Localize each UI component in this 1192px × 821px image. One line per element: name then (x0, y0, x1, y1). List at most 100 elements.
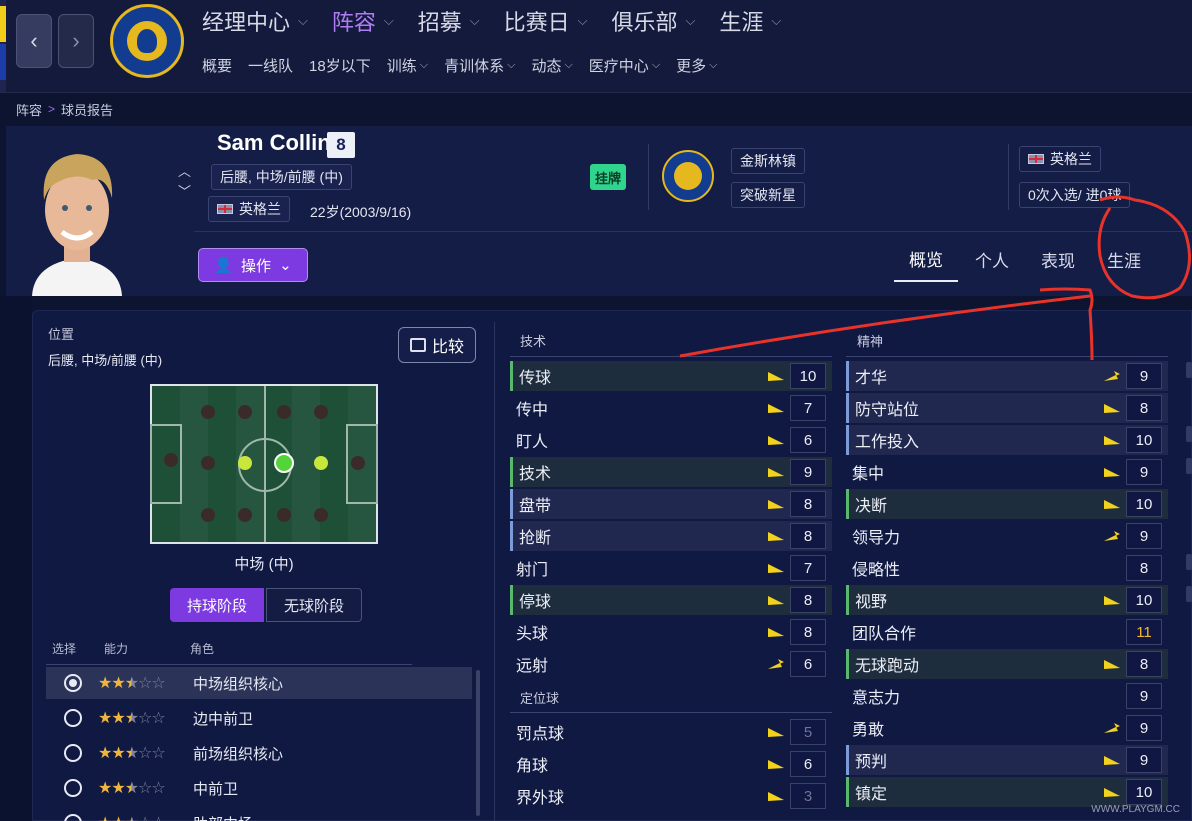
chevron-down-icon: ⌵ (771, 13, 782, 28)
attribute-row[interactable]: 工作投入 10 (846, 425, 1168, 455)
chevron-down-icon: ⌵ (419, 59, 429, 71)
position-dot[interactable] (238, 508, 252, 522)
attribute-row[interactable]: 盘带 8 (510, 489, 832, 519)
sub-menu-item[interactable]: 训练 ⌵ (387, 55, 428, 76)
sub-menu-item[interactable]: 青训体系 ⌵ (444, 55, 515, 76)
forward-button[interactable]: › (58, 14, 94, 68)
position-dot[interactable] (277, 405, 291, 419)
attribute-name: 决断 (855, 498, 888, 515)
attribute-row[interactable]: 传球 10 (510, 361, 832, 391)
chevron-up-icon[interactable]: ︿ (178, 162, 191, 182)
trend-flat-icon (768, 401, 784, 413)
sub-menu-item[interactable]: 一线队 (248, 55, 293, 76)
attribute-row[interactable]: 无球跑动 8 (846, 649, 1168, 679)
attribute-row[interactable]: 集中 9 (846, 457, 1168, 487)
attribute-row[interactable]: 决断 10 (846, 489, 1168, 519)
main-menu-item[interactable]: 比赛日 ⌵ (504, 5, 588, 37)
club-crest-icon[interactable] (110, 4, 184, 78)
position-dot[interactable] (164, 453, 178, 467)
attribute-row[interactable]: 预判 9 (846, 745, 1168, 775)
operations-label: 操作 (241, 257, 272, 275)
player-switch-arrows[interactable]: ︿ ﹀ (178, 162, 191, 202)
main-menu-item[interactable]: 生涯 ⌵ (719, 5, 781, 37)
compare-button[interactable]: 比较 (398, 327, 476, 363)
profile-tab[interactable]: 概览 (894, 236, 958, 282)
attribute-row[interactable]: 意志力 9 (846, 681, 1168, 711)
chevron-down-icon: ⌵ (577, 13, 588, 28)
role-radio[interactable] (64, 674, 82, 692)
role-radio[interactable] (64, 814, 82, 821)
sub-menu-item[interactable]: 医疗中心 ⌵ (589, 55, 660, 76)
role-row[interactable]: ★★★☆☆ 中场组织核心 (46, 667, 472, 699)
sub-menu-item[interactable]: 动态 ⌵ (531, 55, 572, 76)
attribute-row[interactable]: 技术 9 (510, 457, 832, 487)
attribute-row[interactable]: 角球 6 (510, 749, 832, 779)
profile-tab[interactable]: 表现 (1026, 236, 1090, 282)
attribute-row[interactable]: 侵略性 8 (846, 553, 1168, 583)
profile-tab[interactable]: 生涯 (1092, 236, 1156, 282)
sub-menu-item[interactable]: 概要 (202, 55, 232, 76)
position-dot-natural[interactable] (274, 453, 294, 473)
attribute-row[interactable]: 远射 6 (510, 649, 832, 679)
out-of-possession-tab[interactable]: 无球阶段 (266, 588, 362, 622)
attribute-row[interactable]: 领导力 9 (846, 521, 1168, 551)
role-radio[interactable] (64, 709, 82, 727)
chevron-down-icon[interactable]: ﹀ (178, 182, 191, 202)
trend-flat-icon (768, 561, 784, 573)
attribute-row[interactable]: 传中 7 (510, 393, 832, 423)
nationality-chip[interactable]: 英格兰 (208, 196, 290, 222)
position-dot[interactable] (314, 508, 328, 522)
club-name-chip[interactable]: 金斯林镇 (731, 148, 805, 174)
sub-menu-label: 医疗中心 (588, 58, 649, 75)
role-row[interactable]: ★★★☆☆ 边中前卫 (46, 702, 472, 734)
attribute-row[interactable]: 界外球 3 (510, 781, 832, 811)
attribute-row[interactable]: 停球 8 (510, 585, 832, 615)
main-menu-item[interactable]: 阵容 ⌵ (332, 5, 394, 37)
position-dot[interactable] (201, 456, 215, 470)
position-dot-alternative[interactable] (314, 456, 328, 470)
role-radio[interactable] (64, 779, 82, 797)
trend-flat-icon (768, 725, 784, 737)
attribute-value: 11 (1126, 619, 1162, 645)
attribute-row[interactable]: 镇定 10 (846, 777, 1168, 807)
position-dot[interactable] (238, 405, 252, 419)
attribute-row[interactable]: 防守站位 8 (846, 393, 1168, 423)
role-radio[interactable] (64, 744, 82, 762)
position-dot[interactable] (201, 405, 215, 419)
attribute-row[interactable]: 盯人 6 (510, 425, 832, 455)
position-dot[interactable] (351, 456, 365, 470)
attribute-row[interactable]: 抢断 8 (510, 521, 832, 551)
main-menu-item[interactable]: 俱乐部 ⌵ (612, 5, 696, 37)
position-dot[interactable] (277, 508, 291, 522)
sub-menu-item[interactable]: 18岁以下 (309, 55, 371, 76)
attribute-row[interactable]: 才华 9 (846, 361, 1168, 391)
attribute-row[interactable]: 团队合作 11 (846, 617, 1168, 647)
trend-flat-icon (1104, 401, 1120, 413)
national-team-chip[interactable]: 英格兰 (1019, 146, 1101, 172)
in-possession-tab[interactable]: 持球阶段 (170, 588, 264, 622)
operations-button[interactable]: 👤 操作 ⌄ (198, 248, 308, 282)
attribute-row[interactable]: 头球 8 (510, 617, 832, 647)
attribute-row[interactable]: 勇敢 9 (846, 713, 1168, 743)
main-menu-item[interactable]: 经理中心 ⌵ (202, 5, 308, 37)
attribute-name: 界外球 (516, 790, 565, 807)
main-menu-item[interactable]: 招募 ⌵ (418, 5, 480, 37)
attribute-row[interactable]: 视野 10 (846, 585, 1168, 615)
sub-menu-label: 一线队 (248, 58, 294, 75)
position-dot-alternative[interactable] (238, 456, 252, 470)
trend-up-icon (768, 657, 784, 669)
breadcrumb-parent[interactable]: 阵容 (16, 100, 42, 119)
role-row[interactable]: ★★★☆☆ 中前卫 (46, 772, 472, 804)
role-row[interactable]: ★★★☆☆ 肋部中场 (46, 807, 472, 821)
scrollbar[interactable] (476, 670, 480, 816)
attribute-row[interactable]: 罚点球 5 (510, 717, 832, 747)
role-row[interactable]: ★★★☆☆ 前场组织核心 (46, 737, 472, 769)
position-dot[interactable] (314, 405, 328, 419)
back-button[interactable]: ‹ (16, 14, 52, 68)
attribute-row[interactable]: 射门 7 (510, 553, 832, 583)
sub-menu-label: 青训体系 (444, 58, 505, 75)
sub-menu-item[interactable]: 更多 ⌵ (676, 55, 717, 76)
profile-tab[interactable]: 个人 (960, 236, 1024, 282)
position-dot[interactable] (201, 508, 215, 522)
club-crest-icon[interactable] (662, 150, 714, 202)
